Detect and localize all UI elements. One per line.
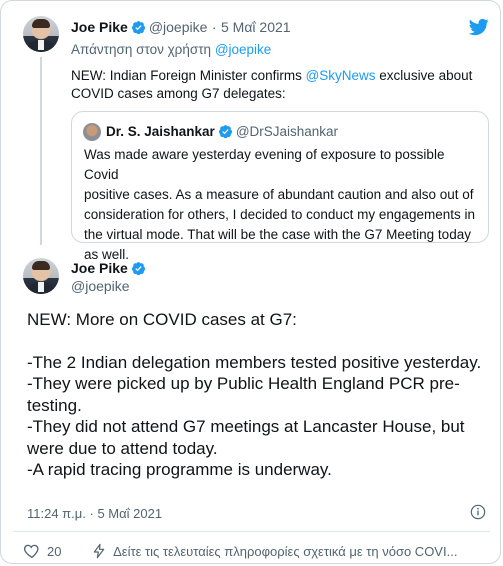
quoted-line: the virtual mode. That will be the case … [84, 227, 471, 242]
reply-to-handle[interactable]: @joepike [215, 42, 272, 57]
reply-text-part: exclusive about [375, 68, 473, 83]
main-heading: NEW: More on COVID cases at G7: [27, 310, 297, 329]
author-handle[interactable]: @joepike [71, 278, 130, 294]
reply-tweet-text: NEW: Indian Foreign Minister confirms @S… [71, 67, 472, 103]
heart-icon [23, 544, 39, 559]
tweet-date[interactable]: 5 Μαΐ 2021 [221, 19, 291, 35]
like-count: 20 [47, 543, 62, 559]
main-tweet-author: Joe Pike [71, 260, 149, 278]
quoted-line: positive cases. As a measure of abundant… [84, 187, 474, 202]
divider [13, 531, 490, 532]
quoted-author-name: Dr. S. Jaishankar [106, 124, 215, 139]
main-line: -They were picked up by Public Health En… [27, 374, 460, 415]
like-button[interactable]: 20 [23, 542, 61, 560]
info-icon[interactable] [470, 504, 486, 520]
reply-tweet-header: Joe Pike @joepike · 5 Μαΐ 2021 [71, 19, 291, 37]
avatar[interactable] [23, 16, 59, 52]
quoted-line: Was made aware yesterday evening of expo… [84, 147, 445, 182]
main-line: -The 2 Indian delegation members tested … [27, 352, 482, 372]
news-link[interactable]: Δείτε τις τελευταίες πληροφορίες σχετικά… [91, 542, 457, 560]
reply-to-line: Απάντηση στον χρήστη @joepike [71, 41, 271, 59]
twitter-bird-icon[interactable] [468, 17, 490, 37]
reply-text-line: COVID cases among G7 delegates: [71, 86, 286, 101]
lightning-icon [93, 543, 105, 559]
tweet-actions: 20 Δείτε τις τελευταίες πληροφορίες σχετ… [23, 542, 457, 560]
main-line: -A rapid tracing programme is underway. [27, 460, 332, 479]
meta-separator: · [211, 19, 217, 35]
tweet-timestamp[interactable]: 11:24 π.μ. · 5 Μαΐ 2021 [27, 506, 162, 521]
reply-text-part: NEW: Indian Foreign Minister confirms [71, 68, 306, 83]
thread-connector [40, 57, 42, 245]
tweet-date: 5 Μαΐ 2021 [97, 506, 163, 521]
tweet-time: 11:24 π.μ. [27, 506, 86, 521]
news-link-label: Δείτε τις τελευταίες πληροφορίες σχετικά… [113, 543, 458, 559]
verified-badge-icon [131, 21, 145, 35]
quoted-text: Was made aware yesterday evening of expo… [84, 145, 480, 265]
mention-link[interactable]: @SkyNews [306, 68, 376, 83]
meta-separator: · [89, 506, 94, 521]
quoted-line: consideration for others, I decided to c… [84, 207, 475, 222]
main-tweet-text: NEW: More on COVID cases at G7: -The 2 I… [27, 309, 487, 481]
author-name[interactable]: Joe Pike [71, 19, 128, 35]
quoted-tweet[interactable]: Dr. S. Jaishankar @DrSJaishankar Was made… [71, 111, 489, 262]
reply-to-label: Απάντηση στον χρήστη [71, 42, 212, 57]
quoted-avatar [83, 123, 101, 141]
verified-badge-icon [218, 125, 232, 139]
quoted-author-handle: @DrSJaishankar [235, 124, 339, 139]
quoted-header: Dr. S. Jaishankar @DrSJaishankar [106, 123, 338, 141]
author-handle[interactable]: @joepike [149, 19, 208, 35]
verified-badge-icon [131, 262, 145, 276]
main-line: -They did not attend G7 meetings at Lanc… [27, 417, 465, 458]
author-name[interactable]: Joe Pike [71, 260, 128, 276]
tweet-card: Joe Pike @joepike · 5 Μαΐ 2021 Απάντηση σ… [0, 0, 501, 564]
avatar[interactable] [23, 258, 59, 294]
